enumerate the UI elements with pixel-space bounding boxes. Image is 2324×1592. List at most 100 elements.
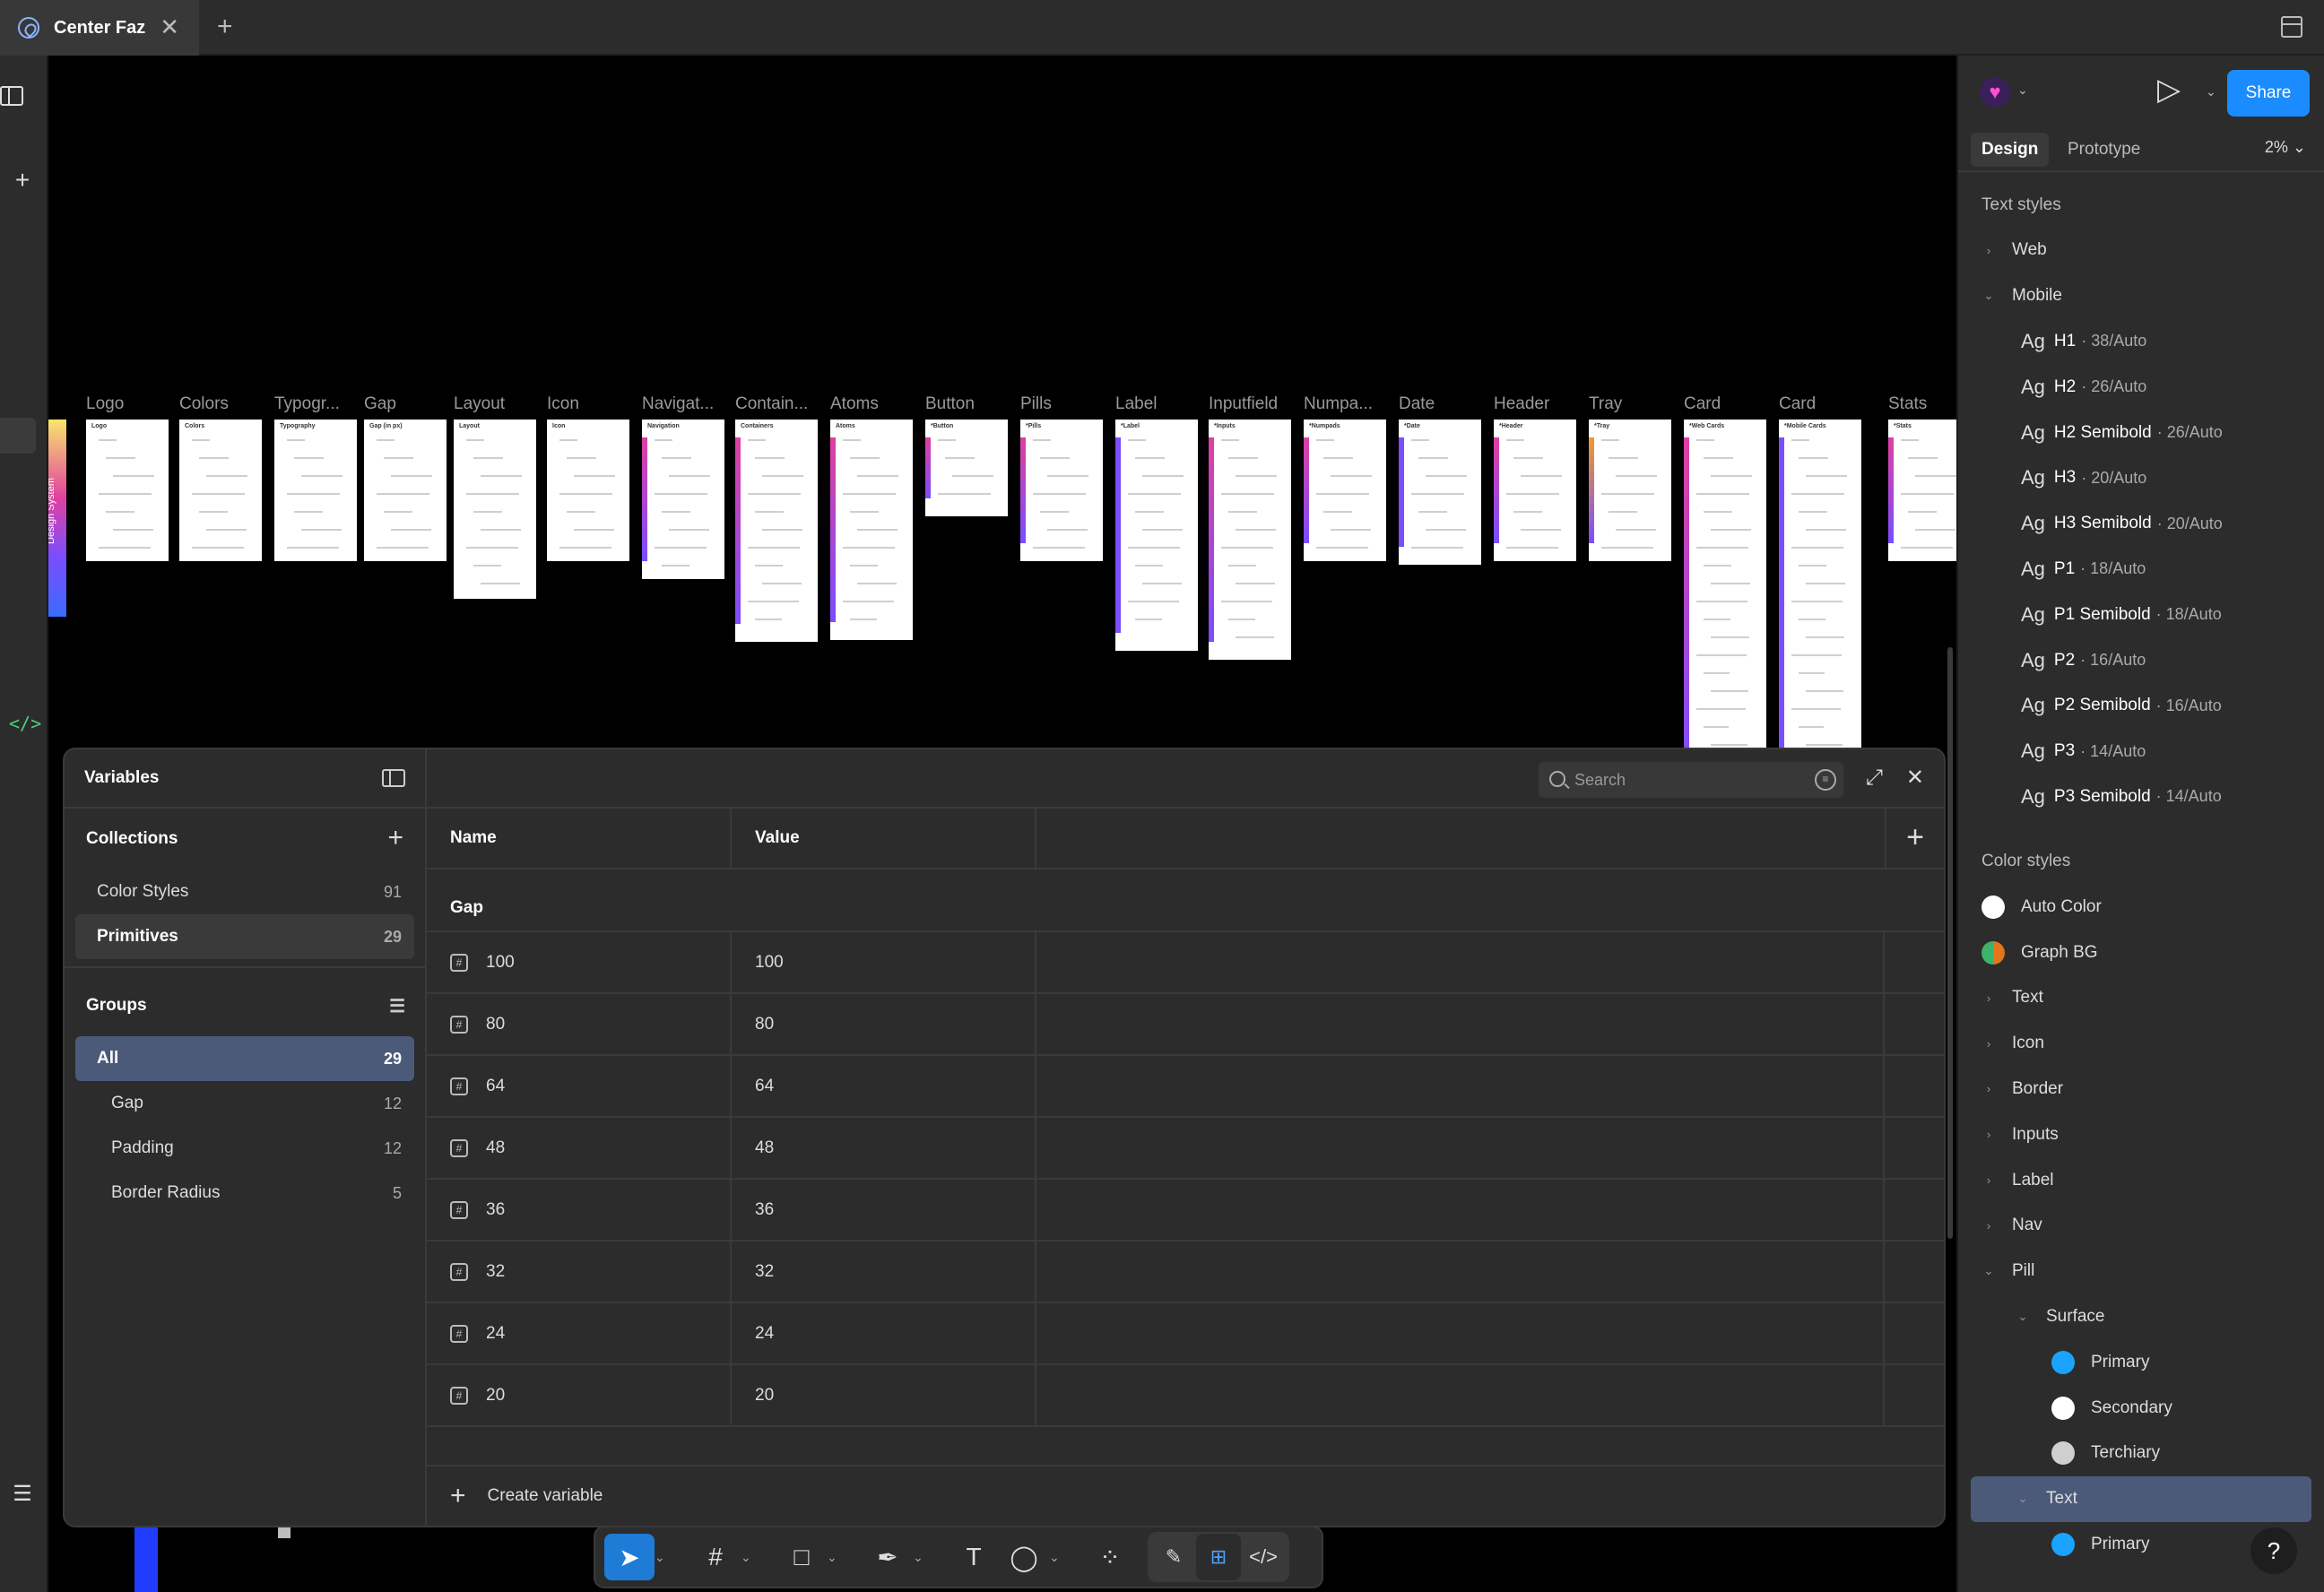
frame-label[interactable]: Navigat... [642,394,733,414]
canvas-small-element[interactable] [278,1526,290,1538]
color-style-group[interactable]: › Text [1958,975,2324,1021]
move-tool-caret[interactable]: ⌄ [655,1550,690,1565]
color-style-group[interactable]: › Icon [1958,1021,2324,1067]
text-style-item[interactable]: Ag P3 · 14/Auto [1958,729,2324,774]
variable-row[interactable]: #36 36 [427,1180,1944,1242]
variable-value-cell[interactable]: 20 [732,1365,1036,1425]
frame-label[interactable]: Pills [1020,394,1112,414]
frame-label[interactable]: Label [1115,394,1207,414]
color-style-item[interactable]: Terchiary [1958,1431,2324,1476]
dev-mode-toggle-icon[interactable]: </> [1241,1534,1286,1580]
text-style-item[interactable]: Ag H2 Semibold · 26/Auto [1958,410,2324,455]
share-button[interactable]: Share [2227,70,2310,117]
collection-item[interactable]: Color Styles 91 [75,870,414,914]
canvas-frame[interactable]: Layout [454,420,536,599]
new-tab-icon[interactable]: + [217,13,233,41]
variable-name-cell[interactable]: #36 [427,1180,732,1240]
text-style-group-mobile[interactable]: ⌄ Mobile [1958,273,2324,319]
frame-label[interactable]: Icon [547,394,638,414]
variable-row[interactable]: #100 100 [427,932,1944,994]
filter-options-icon[interactable]: ≡ [1815,769,1836,791]
group-item-all[interactable]: All 29 [75,1036,414,1081]
variable-row[interactable]: #64 64 [427,1056,1944,1118]
search-input[interactable]: Search ≡ [1539,762,1843,798]
variable-row[interactable]: #32 32 [427,1242,1944,1303]
frame-label[interactable]: Date [1399,394,1490,414]
color-group-surface[interactable]: ⌄ Surface [1958,1294,2324,1340]
variable-value-cell[interactable]: 32 [732,1242,1036,1302]
zoom-dropdown[interactable]: 2% ⌄ [2265,138,2306,157]
column-name-header[interactable]: Name [427,809,732,868]
variable-value-cell[interactable]: 48 [732,1118,1036,1178]
canvas-frame[interactable]: Typography [274,420,357,561]
avatar[interactable]: ♥ [1980,77,2010,108]
design-system-strip[interactable]: Design System [48,420,66,617]
frame-label[interactable]: Button [925,394,1017,414]
window-layout-icon[interactable] [2281,16,2302,38]
resources-tool-icon[interactable]: ⁘ [1085,1534,1135,1580]
color-group-pill[interactable]: ⌄ Pill [1958,1249,2324,1294]
color-style-group[interactable]: › Label [1958,1157,2324,1203]
pen-tool-icon[interactable]: ✒ [863,1534,913,1580]
avatar-caret-icon[interactable]: ⌄ [2017,82,2028,98]
create-variable-button[interactable]: + Create variable [427,1465,1944,1526]
tab-design[interactable]: Design [1971,133,2050,167]
variable-name-cell[interactable]: #48 [427,1118,732,1178]
document-tab[interactable]: Center Faz ✕ [0,0,199,56]
frame-label[interactable]: Colors [179,394,271,414]
canvas-frame[interactable]: Logo [86,420,169,561]
frame-label[interactable]: Inputfield [1209,394,1300,414]
color-style-item[interactable]: Secondary [1958,1385,2324,1431]
close-icon[interactable]: ✕ [1906,766,1924,791]
canvas-frame[interactable]: Containers [735,420,818,642]
variable-name-cell[interactable]: #64 [427,1056,732,1116]
variable-name-cell[interactable]: #80 [427,994,732,1054]
canvas-frame[interactable]: *Label [1115,420,1198,651]
frame-label[interactable]: Tray [1589,394,1680,414]
frame-label[interactable]: Layout [454,394,545,414]
design-mode-icon[interactable]: ⊞ [1196,1534,1241,1580]
add-icon[interactable]: + [9,167,36,194]
group-item[interactable]: Gap 12 [75,1081,414,1126]
canvas-frame[interactable]: *Mobile Cards [1779,420,1861,796]
variable-name-cell[interactable]: #24 [427,1303,732,1363]
draw-mode-icon[interactable]: ✎ [1151,1534,1196,1580]
collection-item[interactable]: Primitives 29 [75,914,414,959]
text-style-group-web[interactable]: › Web [1958,228,2324,273]
text-style-item[interactable]: Ag P3 Semibold · 14/Auto [1958,774,2324,820]
canvas-blue-element[interactable] [134,1526,158,1592]
canvas-frame[interactable]: *Button [925,420,1008,516]
close-tab-icon[interactable]: ✕ [160,15,179,39]
canvas-frame[interactable]: *Numpads [1304,420,1386,561]
canvas-frame[interactable]: *Tray [1589,420,1671,561]
variable-value-cell[interactable]: 24 [732,1303,1036,1363]
color-group-text[interactable]: ⌄ Text [1971,1475,2311,1522]
group-item[interactable]: Border Radius 5 [75,1171,414,1216]
frame-tool-caret[interactable]: ⌄ [741,1550,776,1565]
variable-value-cell[interactable]: 80 [732,994,1036,1054]
canvas-frame[interactable]: Colors [179,420,262,561]
color-style-group[interactable]: › Nav [1958,1203,2324,1249]
variable-row[interactable]: #20 20 [427,1365,1944,1427]
canvas-scrollbar[interactable] [1947,647,1953,1239]
text-style-item[interactable]: Ag H2 · 26/Auto [1958,364,2324,410]
variable-name-cell[interactable]: #100 [427,932,732,992]
variable-value-cell[interactable]: 36 [732,1180,1036,1240]
variable-name-cell[interactable]: #20 [427,1365,732,1425]
help-button[interactable]: ? [2250,1527,2297,1574]
variable-row[interactable]: #80 80 [427,994,1944,1056]
color-style-item[interactable]: Graph BG [1958,930,2324,975]
color-style-group[interactable]: › Inputs [1958,1112,2324,1157]
group-sort-icon[interactable]: ☰ [389,995,405,1017]
canvas-frame[interactable]: *Web Cards [1684,420,1766,796]
comment-tool-icon[interactable]: ◯ [999,1534,1049,1580]
pen-tool-caret[interactable]: ⌄ [913,1550,949,1565]
text-style-item[interactable]: Ag H1 · 38/Auto [1958,319,2324,365]
variable-name-cell[interactable]: #32 [427,1242,732,1302]
frame-label[interactable]: Card [1684,394,1775,414]
expand-icon[interactable]: ⤢ [1866,766,1883,791]
canvas-frame[interactable]: Navigation [642,420,724,579]
list-icon[interactable]: ☰ [9,1481,36,1508]
variable-value-cell[interactable]: 64 [732,1056,1036,1116]
canvas-frame[interactable]: *Header [1494,420,1576,561]
